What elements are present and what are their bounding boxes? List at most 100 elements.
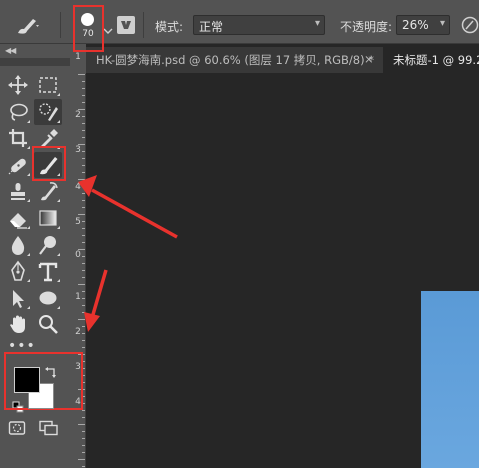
chevron-down-icon: ▾	[314, 18, 320, 29]
type-tool-button[interactable]	[34, 258, 62, 284]
collapse-chevrons-icon[interactable]: ◀◀	[5, 46, 16, 55]
options-bar: 70 模式: 正常 ▾ 不透明度: 26% ▾	[0, 6, 479, 44]
ruler-tick	[82, 298, 85, 299]
pressure-opacity-icon[interactable]	[460, 15, 479, 35]
ruler-tick	[82, 340, 85, 341]
quick-mask-icon[interactable]	[8, 420, 26, 436]
healing-brush-tool-icon	[8, 158, 26, 175]
ruler-tick	[82, 207, 85, 208]
ruler-label: 2	[75, 327, 81, 337]
ruler-tick	[82, 333, 85, 334]
dodge-tool-button[interactable]	[34, 232, 62, 258]
pen-tool-button[interactable]	[4, 258, 32, 284]
ruler-tick	[82, 130, 85, 131]
clone-stamp-tool-icon	[11, 183, 25, 201]
document-canvas[interactable]	[421, 291, 479, 468]
screen-mode-icon[interactable]	[38, 420, 60, 436]
ruler-label: 2	[75, 110, 81, 120]
ruler-tick	[78, 284, 85, 285]
gradient-tool-button[interactable]	[34, 205, 62, 231]
eraser-tool-button[interactable]	[4, 205, 32, 231]
ruler-tick	[82, 270, 85, 271]
tab-untitled-1[interactable]: 未标题-1 @ 99.2	[383, 47, 479, 73]
submenu-indicator	[57, 279, 60, 283]
zoom-tool-button[interactable]	[34, 311, 62, 337]
submenu-indicator	[57, 226, 60, 229]
ellipse-tool-button[interactable]	[34, 285, 62, 311]
ruler-tick	[82, 151, 85, 152]
options-separator	[143, 12, 144, 38]
submenu-indicator	[27, 119, 30, 123]
submenu-indicator	[57, 305, 60, 309]
chevron-down-icon: ▾	[439, 18, 445, 29]
healing-brush-tool-button[interactable]	[4, 152, 32, 178]
ruler-tick	[78, 319, 85, 320]
tab-label: 未标题-1 @ 99.2	[393, 53, 479, 67]
options-separator	[60, 12, 61, 38]
brush-tool-preset-icon[interactable]	[14, 14, 42, 38]
ruler-tick	[82, 158, 85, 159]
toolbar-grip-bar[interactable]	[0, 58, 70, 66]
ruler-tick	[82, 256, 85, 257]
ruler-label: 0	[75, 250, 81, 260]
foreground-color-swatch[interactable]	[14, 367, 40, 393]
ruler-tick	[78, 459, 85, 460]
crop-tool-icon	[9, 129, 27, 148]
ruler-tick	[82, 445, 85, 446]
lasso-tool-button[interactable]	[4, 99, 32, 125]
hand-tool-icon	[10, 315, 25, 334]
submenu-indicator	[27, 305, 30, 309]
ruler-tick	[82, 291, 85, 292]
crop-tool-button[interactable]	[4, 125, 32, 151]
ruler-tick	[82, 102, 85, 103]
history-brush-tool-button[interactable]	[34, 178, 62, 204]
path-selection-tool-button[interactable]	[4, 285, 32, 311]
opacity-input[interactable]: 26% ▾	[396, 15, 450, 35]
ruler-label: 3	[75, 145, 81, 155]
ruler-tick	[82, 235, 85, 236]
quick-selection-tool-icon	[39, 102, 58, 121]
quick-selection-tool-button[interactable]	[34, 98, 62, 125]
submenu-indicator	[57, 119, 60, 123]
clone-stamp-tool-button[interactable]	[4, 178, 32, 204]
marquee-tool-icon	[39, 77, 57, 93]
ruler-tick	[82, 347, 85, 348]
mode-label: 模式:	[155, 20, 184, 34]
pen-tool-icon	[11, 260, 25, 281]
ruler-tick	[78, 74, 85, 75]
hand-tool-button[interactable]	[4, 311, 32, 337]
zoom-tool-icon	[39, 315, 58, 335]
blend-mode-value: 正常	[199, 20, 224, 34]
blur-tool-button[interactable]	[4, 232, 32, 258]
close-icon[interactable]: ×	[364, 47, 378, 73]
move-tool-button[interactable]	[4, 72, 32, 98]
ruler-label: 5	[75, 217, 81, 227]
brush-settings-panel-icon[interactable]	[117, 16, 135, 34]
ellipse-tool-icon	[39, 291, 57, 305]
ruler-tick	[82, 452, 85, 453]
ruler-tick	[82, 81, 85, 82]
ruler-tick	[82, 221, 85, 222]
ruler-tick	[82, 95, 85, 96]
ruler-tick	[78, 179, 85, 180]
ruler-tick	[82, 312, 85, 313]
ruler-tick	[82, 200, 85, 201]
ruler-tick	[82, 88, 85, 89]
ruler-tick	[82, 326, 85, 327]
ruler-tick	[82, 431, 85, 432]
tab-label: HK-圆梦海南.psd @ 60.6% (图层 17 拷贝, RGB/8) *	[96, 53, 374, 67]
submenu-indicator	[57, 199, 60, 203]
submenu-indicator	[27, 146, 30, 150]
ruler-tick	[78, 249, 85, 250]
tab-hk-yuanmeng-hainan[interactable]: HK-圆梦海南.psd @ 60.6% (图层 17 拷贝, RGB/8) *	[86, 47, 382, 73]
blend-mode-select[interactable]: 正常 ▾	[193, 15, 325, 35]
ruler-tick	[78, 424, 85, 425]
submenu-indicator	[27, 279, 30, 283]
canvas-area[interactable]	[87, 74, 479, 468]
eraser-tool-icon	[10, 213, 27, 229]
type-tool-icon	[38, 262, 58, 282]
ruler-tick	[78, 214, 85, 215]
chevron-down-icon[interactable]	[103, 20, 113, 34]
marquee-tool-button[interactable]	[34, 72, 62, 98]
ruler-tick	[82, 438, 85, 439]
